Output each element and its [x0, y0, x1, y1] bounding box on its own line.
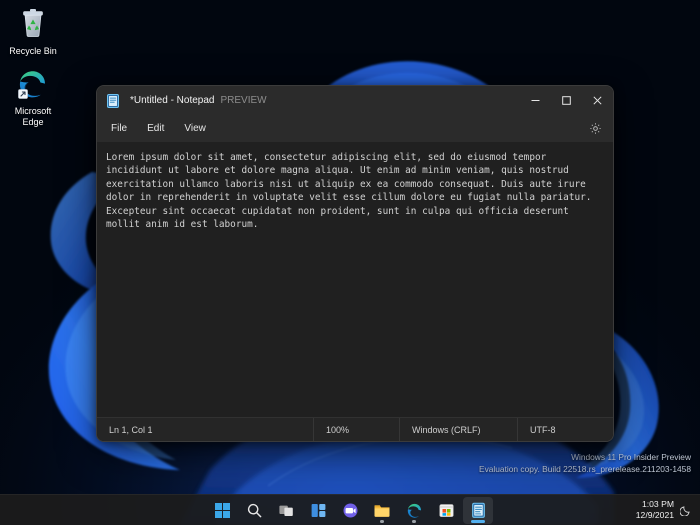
- notification-button[interactable]: [680, 504, 692, 516]
- status-cursor-position: Ln 1, Col 1: [109, 424, 153, 435]
- widgets-icon: [311, 503, 325, 517]
- menu-item-view[interactable]: View: [174, 119, 216, 138]
- desktop-icon-recycle-bin[interactable]: Recycle Bin: [0, 6, 66, 57]
- notepad-icon: [105, 93, 121, 109]
- status-zoom-level[interactable]: 100%: [313, 418, 399, 441]
- window-titlebar[interactable]: *Untitled - Notepad PREVIEW: [97, 86, 613, 115]
- taskbar-chat-button[interactable]: [335, 497, 365, 524]
- recycle-bin-icon: [0, 6, 66, 43]
- close-icon: [593, 96, 602, 105]
- desktop-icon-label: Microsoft Edge: [14, 106, 52, 127]
- status-encoding[interactable]: UTF-8: [517, 418, 613, 441]
- text-editor-area[interactable]: Lorem ipsum dolor sit amet, consectetur …: [97, 142, 613, 417]
- minimize-icon: [531, 100, 540, 101]
- moon-icon: [680, 506, 690, 516]
- settings-button[interactable]: [583, 119, 607, 139]
- minimize-button[interactable]: [520, 86, 551, 115]
- status-line-ending[interactable]: Windows (CRLF): [399, 418, 517, 441]
- taskbar-clock[interactable]: 1:03 PM 12/9/2021: [636, 499, 674, 521]
- window-controls: [520, 86, 613, 115]
- taskbar-task-view-button[interactable]: [271, 497, 301, 524]
- start-icon: [214, 502, 230, 518]
- taskbar-running-indicator: [380, 520, 384, 523]
- maximize-button[interactable]: [551, 86, 582, 115]
- window-title: *Untitled - Notepad: [130, 95, 215, 106]
- menu-bar: File Edit View: [97, 115, 613, 142]
- taskbar-notepad-button[interactable]: [463, 496, 493, 524]
- taskbar-microsoft-store-button[interactable]: [431, 497, 461, 524]
- notepad-icon: [471, 502, 485, 518]
- taskbar-search-button[interactable]: [239, 497, 269, 524]
- taskbar[interactable]: 1:03 PM 12/9/2021: [0, 494, 700, 525]
- chat-icon: [343, 503, 357, 517]
- desktop-icon-label: Recycle Bin: [9, 46, 57, 56]
- search-icon: [247, 503, 261, 517]
- task-view-icon: [278, 505, 293, 516]
- clock-date: 12/9/2021: [635, 510, 674, 520]
- desktop[interactable]: Recycle Bin Microsoft Edge Windows 11 Pr…: [0, 0, 700, 525]
- status-bar: Ln 1, Col 1 100% Windows (CRLF) UTF-8: [97, 417, 613, 441]
- menu-item-file[interactable]: File: [101, 119, 137, 138]
- window-preview-tag: PREVIEW: [220, 95, 267, 106]
- notepad-window[interactable]: *Untitled - Notepad PREVIEW File Edit Vi…: [96, 85, 614, 442]
- microsoft-edge-icon: [407, 503, 421, 518]
- taskbar-start-button[interactable]: [207, 497, 237, 524]
- taskbar-running-indicator: [412, 520, 416, 523]
- taskbar-system-tray: 1:03 PM 12/9/2021: [636, 499, 696, 521]
- windows-insider-watermark: Windows 11 Pro Insider Preview Evaluatio…: [479, 452, 691, 475]
- taskbar-microsoft-edge-button[interactable]: [399, 497, 429, 524]
- microsoft-store-icon: [438, 503, 453, 517]
- watermark-line-1: Windows 11 Pro Insider Preview: [571, 452, 691, 462]
- clock-time: 1:03 PM: [641, 499, 674, 509]
- watermark-line-2: Evaluation copy. Build 22518.rs_prerelea…: [478, 463, 691, 474]
- editor-content[interactable]: Lorem ipsum dolor sit amet, consectetur …: [106, 151, 605, 231]
- close-button[interactable]: [582, 86, 613, 115]
- taskbar-center-group: [207, 496, 493, 524]
- maximize-icon: [562, 96, 571, 105]
- menu-item-edit[interactable]: Edit: [137, 119, 174, 138]
- desktop-icon-microsoft-edge[interactable]: Microsoft Edge: [0, 66, 66, 128]
- microsoft-edge-icon: [0, 66, 66, 103]
- gear-icon: [589, 123, 601, 134]
- taskbar-file-explorer-button[interactable]: [367, 497, 397, 524]
- taskbar-widgets-button[interactable]: [303, 497, 333, 524]
- file-explorer-icon: [374, 504, 390, 517]
- taskbar-active-indicator: [471, 520, 485, 523]
